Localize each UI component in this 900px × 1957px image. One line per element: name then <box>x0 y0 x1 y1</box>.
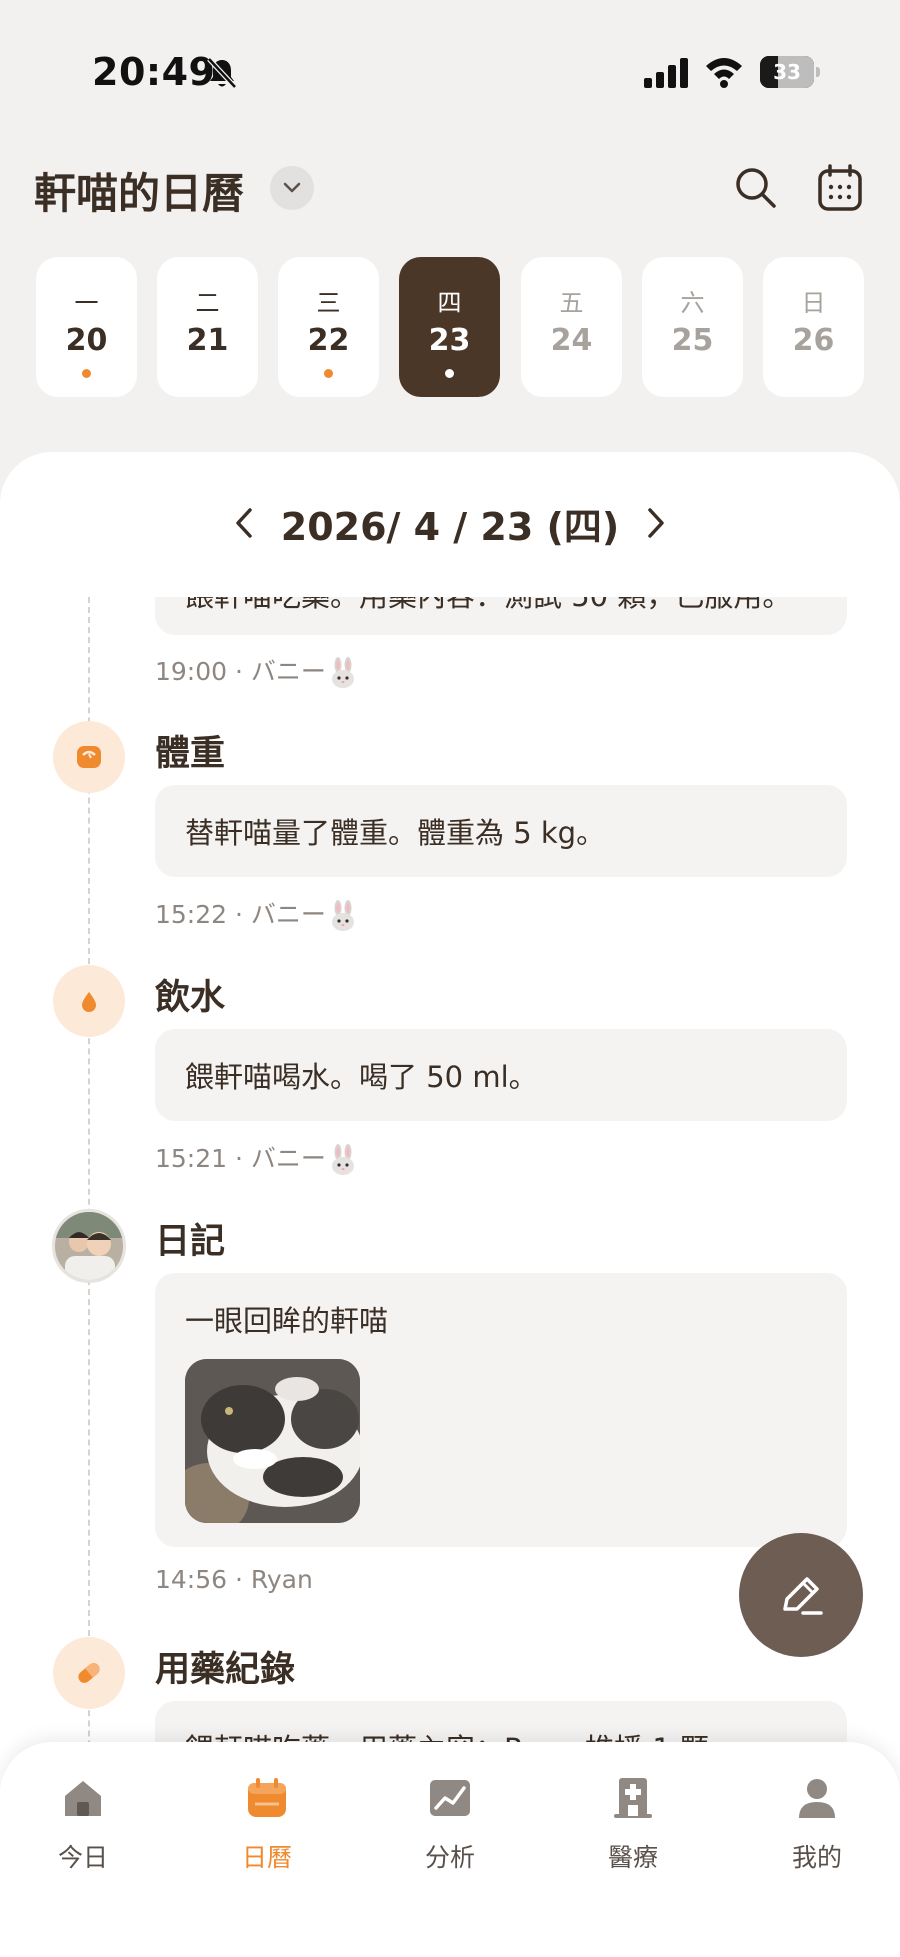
entry-meta: 15:21 · バニー <box>155 1139 358 1176</box>
add-entry-button[interactable] <box>739 1533 863 1657</box>
day-card-21[interactable]: 二 21 <box>157 257 258 397</box>
day-card-22[interactable]: 三 22 <box>278 257 379 397</box>
entry-title: 飲水 <box>155 978 226 1018</box>
bottom-navigation: 今日 日曆 分析 醫療 我的 <box>0 1742 900 1957</box>
entry-text: 餵軒喵吃藥。用藥內容：測試 50 顆，已服用。 <box>185 597 791 615</box>
home-icon <box>65 1781 101 1816</box>
cat-photo-image <box>185 1359 360 1523</box>
bunny-emoji-icon <box>331 900 354 931</box>
day-number: 20 <box>65 323 108 358</box>
nav-label: 分析 <box>424 1843 475 1872</box>
entry-meta: 15:22 · バニー <box>155 895 358 932</box>
nav-label: 日曆 <box>241 1843 292 1872</box>
hospital-icon <box>614 1778 652 1818</box>
day-card-26[interactable]: 日 26 <box>763 257 864 397</box>
bell-muted-icon <box>207 57 237 89</box>
entry-meta: 19:00 · バニー <box>155 652 358 689</box>
page-title: 軒喵的日曆 <box>34 169 245 218</box>
pencil-edit-icon <box>783 1577 823 1615</box>
entry-meta: 14:56 · Ryan <box>155 1565 313 1594</box>
nav-item-medical[interactable]: 醫療 <box>558 1776 708 1886</box>
day-card-20[interactable]: 一 20 <box>36 257 137 397</box>
day-weekday: 四 <box>437 289 462 317</box>
pill-icon <box>78 1663 100 1683</box>
bunny-emoji-icon <box>331 657 354 688</box>
chevron-right-icon[interactable] <box>634 498 678 548</box>
day-number: 26 <box>792 323 835 358</box>
status-time: 20:49 <box>92 50 216 94</box>
bunny-emoji-icon <box>331 1144 354 1175</box>
chart-icon <box>430 1780 470 1816</box>
event-dot <box>82 369 91 378</box>
search-icon[interactable] <box>730 162 782 214</box>
water-entry-icon <box>53 965 125 1037</box>
nav-item-profile[interactable]: 我的 <box>742 1776 892 1886</box>
day-weekday: 二 <box>195 289 220 317</box>
entry-title: 體重 <box>155 734 226 774</box>
nav-label: 今日 <box>57 1843 108 1872</box>
entry-text: 替軒喵量了體重。體重為 5 kg。 <box>185 816 606 850</box>
diary-photo[interactable] <box>185 1359 360 1523</box>
calendar-icon <box>248 1778 286 1817</box>
event-dot <box>324 369 333 378</box>
day-card-25[interactable]: 六 25 <box>642 257 743 397</box>
wifi-icon <box>706 58 742 88</box>
weight-entry-icon <box>53 721 125 793</box>
entry-text: 一眼回眸的軒喵 <box>185 1304 389 1338</box>
battery-icon: 33 <box>760 56 820 88</box>
diary-entry-card[interactable]: 一眼回眸的軒喵 <box>155 1273 847 1547</box>
entry-title: 用藥紀錄 <box>155 1650 296 1690</box>
avatar <box>52 1209 126 1283</box>
nav-label: 我的 <box>791 1843 842 1872</box>
title-dropdown-button[interactable] <box>270 166 314 210</box>
medication-entry-icon <box>53 1637 125 1709</box>
day-number: 23 <box>428 323 471 358</box>
day-weekday: 六 <box>680 289 705 317</box>
person-icon <box>799 1779 835 1818</box>
week-strip: 一 20 二 21 三 22 四 23 五 24 六 25 日 26 <box>36 257 866 397</box>
nav-item-calendar[interactable]: 日曆 <box>192 1776 342 1886</box>
chevron-down-icon <box>283 182 301 193</box>
nav-item-analysis[interactable]: 分析 <box>375 1776 525 1886</box>
calendar-view-icon[interactable] <box>814 162 866 214</box>
entry-title: 日記 <box>155 1222 226 1262</box>
water-drop-icon <box>82 992 96 1012</box>
day-card-23-selected[interactable]: 四 23 <box>399 257 500 397</box>
weight-entry-card[interactable]: 替軒喵量了體重。體重為 5 kg。 <box>155 785 847 877</box>
day-number: 24 <box>550 323 593 358</box>
day-number: 22 <box>307 323 350 358</box>
cellular-signal-icon <box>644 58 688 88</box>
battery-level: 33 <box>773 60 801 84</box>
day-weekday: 日 <box>801 289 826 317</box>
date-navigator: 2026/ 4 / 23 (四) <box>0 490 900 560</box>
nav-label: 醫療 <box>607 1843 658 1872</box>
nav-item-today[interactable]: 今日 <box>8 1776 158 1886</box>
day-weekday: 三 <box>316 289 341 317</box>
day-number: 25 <box>671 323 714 358</box>
day-number: 21 <box>186 323 229 358</box>
scale-icon <box>77 746 101 768</box>
medication-entry-card-partial[interactable]: 餵軒喵吃藥。用藥內容：測試 50 顆，已服用。 <box>155 597 847 635</box>
current-date-label: 2026/ 4 / 23 (四) <box>280 505 620 549</box>
day-card-24[interactable]: 五 24 <box>521 257 622 397</box>
timeline-sheet: 2026/ 4 / 23 (四) 餵軒喵吃藥。用藥內容：測試 50 顆，已服用。… <box>0 452 900 1957</box>
entry-text: 餵軒喵喝水。喝了 50 ml。 <box>185 1060 538 1094</box>
day-weekday: 五 <box>559 289 584 317</box>
status-bar: 20:49 33 <box>0 0 900 140</box>
event-dot <box>445 369 454 378</box>
water-entry-card[interactable]: 餵軒喵喝水。喝了 50 ml。 <box>155 1029 847 1121</box>
day-weekday: 一 <box>74 289 99 317</box>
